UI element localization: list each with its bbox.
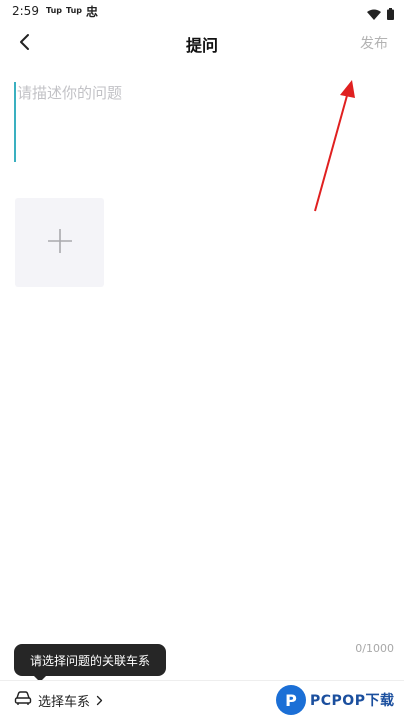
notification-icon: Tup (46, 6, 62, 15)
page-title: 提问 (185, 36, 218, 55)
tooltip: 请选择问题的关联车系 (14, 644, 166, 676)
question-input[interactable] (14, 82, 391, 162)
select-car-series-label: 选择车系 (38, 694, 91, 710)
publish-button[interactable]: 发布 (360, 33, 388, 53)
watermark-logo-icon: P (276, 685, 306, 715)
status-time: 2:59 (12, 4, 39, 18)
car-icon (14, 690, 32, 710)
plus-icon (46, 227, 74, 259)
battery-icon (387, 5, 394, 24)
chevron-right-icon (96, 691, 103, 710)
wifi-icon (367, 5, 381, 24)
watermark-text: PCPOP下载 (310, 693, 395, 709)
status-bar: 2:59 Tup Tup 忠 (0, 0, 404, 24)
char-counter: 0/1000 (355, 642, 394, 655)
nav-bar: 提问 发布 (0, 24, 404, 64)
select-car-series-button[interactable]: 选择车系 (14, 689, 103, 711)
status-icons (367, 5, 394, 24)
watermark: P PCPOP下载 (276, 680, 402, 720)
notification-icon: Tup (66, 6, 82, 15)
add-image-button[interactable] (15, 198, 104, 287)
notification-icon: 忠 (86, 5, 99, 19)
